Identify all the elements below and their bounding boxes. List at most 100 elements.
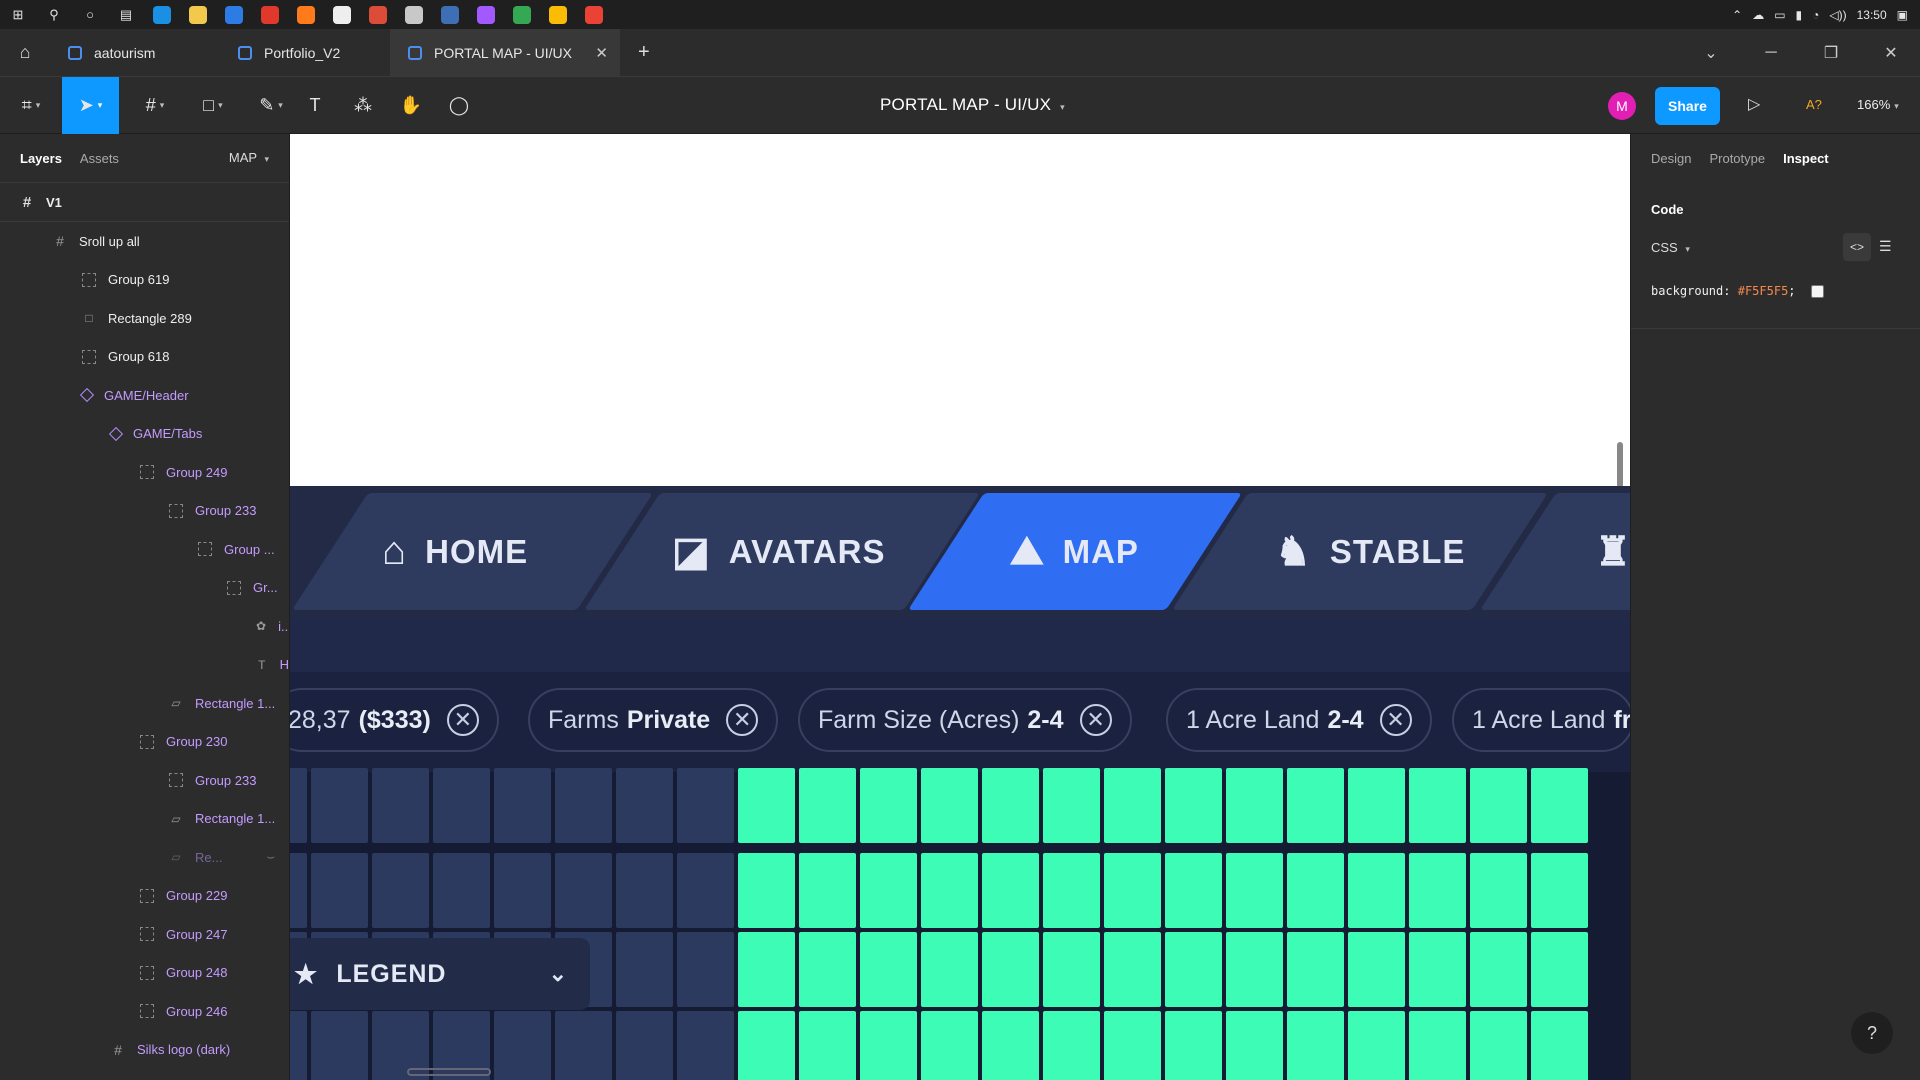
layer-row[interactable]: Group 233: [0, 761, 289, 800]
map-plot[interactable]: [311, 853, 368, 928]
file-explorer-app-icon[interactable]: [189, 5, 207, 24]
battery-icon[interactable]: ▮: [1796, 8, 1803, 22]
frame-white-area[interactable]: [290, 134, 1630, 486]
avatar[interactable]: M: [1608, 92, 1636, 120]
map-plot-available[interactable]: [738, 1011, 795, 1080]
layer-row[interactable]: Group 618: [0, 338, 289, 377]
word-app-icon[interactable]: [441, 5, 459, 24]
map-plot-available[interactable]: [1531, 853, 1588, 928]
map-plot[interactable]: [311, 768, 368, 843]
layer-row[interactable]: Group 230: [0, 723, 289, 762]
page-select[interactable]: MAP ▾: [229, 150, 269, 165]
text-tool-icon[interactable]: T: [302, 77, 328, 134]
map-plot-available[interactable]: [1104, 1011, 1161, 1080]
map-plot-available[interactable]: [1409, 932, 1466, 1007]
map-plot[interactable]: [494, 768, 551, 843]
comment-tool-icon[interactable]: ◯: [446, 77, 472, 134]
slack-app-icon[interactable]: [405, 5, 423, 24]
main-menu-figma-icon[interactable]: ⌗ ▾: [8, 77, 54, 134]
list-view-icon[interactable]: ☰: [1879, 238, 1892, 255]
zoom-menu[interactable]: 166% ▾: [1857, 97, 1899, 112]
map-plot[interactable]: [677, 932, 734, 1007]
volume-icon[interactable]: ◁)): [1829, 8, 1846, 22]
map-plot-available[interactable]: [1165, 932, 1222, 1007]
firefox-app-icon[interactable]: [297, 5, 315, 24]
map-plot-available[interactable]: [1226, 768, 1283, 843]
map-plot-available[interactable]: [1165, 1011, 1222, 1080]
map-plot-available[interactable]: [1348, 853, 1405, 928]
map-plot[interactable]: [290, 853, 307, 928]
hand-tool-icon[interactable]: ✋: [398, 77, 424, 134]
map-plot-available[interactable]: [1531, 932, 1588, 1007]
map-plot-available[interactable]: [1287, 768, 1344, 843]
font-missing-button[interactable]: A?: [1806, 97, 1822, 112]
map-plot-available[interactable]: [982, 1011, 1039, 1080]
mail-app-icon[interactable]: [225, 5, 243, 24]
move-tool-icon[interactable]: ➤ ▾: [62, 77, 119, 134]
close-icon[interactable]: ✕: [1079, 704, 1112, 736]
task-view-icon[interactable]: ▤: [116, 5, 136, 25]
layer-row[interactable]: Group ...: [0, 530, 289, 569]
layer-row-frame-v1[interactable]: # V1: [0, 182, 289, 222]
map-plot-available[interactable]: [799, 932, 856, 1007]
layer-row[interactable]: Gr...: [0, 569, 289, 608]
present-play-icon[interactable]: ▷: [1748, 94, 1760, 114]
map-plot-available[interactable]: [1470, 932, 1527, 1007]
office-app-icon[interactable]: [261, 5, 279, 24]
wifi-icon[interactable]: ◔: [1812, 8, 1819, 22]
tab-design[interactable]: Design: [1651, 151, 1691, 166]
hidden-eye-icon[interactable]: ⌣: [266, 849, 275, 865]
map-plot[interactable]: [677, 1011, 734, 1080]
window-close-icon[interactable]: ✕: [1861, 29, 1920, 76]
game-tab-map[interactable]: ⛰ MAP: [1010, 493, 1139, 610]
tab-assets[interactable]: Assets: [80, 151, 119, 166]
tab-inspect[interactable]: Inspect: [1783, 151, 1829, 166]
map-plot-available[interactable]: [1287, 1011, 1344, 1080]
layer-row[interactable]: Group 229: [0, 877, 289, 916]
map-plot-available[interactable]: [860, 853, 917, 928]
map-plot-available[interactable]: [1165, 768, 1222, 843]
map-plot[interactable]: [433, 853, 490, 928]
frame-tool-icon[interactable]: # ▾: [132, 77, 178, 134]
filter-chip[interactable]: Farm Size (Acres) 2-4 ✕: [798, 688, 1132, 752]
chrome-profile2-app-icon[interactable]: [549, 5, 567, 24]
usb-icon[interactable]: ▭: [1774, 8, 1785, 22]
map-plot-available[interactable]: [1287, 932, 1344, 1007]
game-header-tabs[interactable]: ⌂ HOME ◪ AVATARS ⛰ MAP ♞ STABLE ♜: [290, 486, 1630, 618]
map-plot-available[interactable]: [921, 768, 978, 843]
css-code-line[interactable]: background: #F5F5F5;: [1651, 284, 1824, 298]
close-icon[interactable]: ✕: [446, 704, 479, 736]
map-plot-available[interactable]: [1409, 768, 1466, 843]
map-plot-available[interactable]: [799, 853, 856, 928]
chrome-app-icon[interactable]: [369, 5, 387, 24]
map-plot[interactable]: [616, 768, 673, 843]
map-plot[interactable]: [616, 853, 673, 928]
tab-layers[interactable]: Layers: [20, 151, 62, 166]
horizontal-scrollbar[interactable]: [407, 1068, 491, 1076]
clock[interactable]: 13:50: [1857, 8, 1887, 22]
map-plot[interactable]: [494, 853, 551, 928]
game-tab-stable[interactable]: ♞ STABLE: [1275, 493, 1465, 610]
shape-tool-icon[interactable]: □ ▾: [190, 77, 236, 134]
map-plot[interactable]: [555, 768, 612, 843]
game-tab-home[interactable]: ⌂ HOME: [382, 493, 528, 610]
chevron-up-icon[interactable]: ⌃: [1732, 8, 1742, 22]
cortana-icon[interactable]: ○: [80, 5, 100, 25]
file-tab-aatourism[interactable]: aatourism: [50, 29, 220, 76]
map-plot-available[interactable]: [1226, 853, 1283, 928]
map-plot-available[interactable]: [1409, 853, 1466, 928]
map-plot-available[interactable]: [1348, 932, 1405, 1007]
map-plot-available[interactable]: [921, 853, 978, 928]
map-plot-available[interactable]: [1531, 768, 1588, 843]
home-icon[interactable]: ⌂: [0, 29, 50, 76]
minimize-icon[interactable]: ─: [1741, 29, 1801, 76]
map-plot-available[interactable]: [1470, 853, 1527, 928]
frame-scrollbar[interactable]: [1617, 442, 1623, 488]
layer-row[interactable]: GAME/Header: [0, 376, 289, 415]
map-plot[interactable]: [433, 768, 490, 843]
layer-row[interactable]: GAME/Tabs: [0, 415, 289, 454]
game-tab-next-partial[interactable]: ♜: [1595, 493, 1630, 610]
map-plot[interactable]: [290, 1011, 307, 1080]
map-plot-available[interactable]: [1409, 1011, 1466, 1080]
notification-icon[interactable]: ▣: [1897, 8, 1908, 22]
